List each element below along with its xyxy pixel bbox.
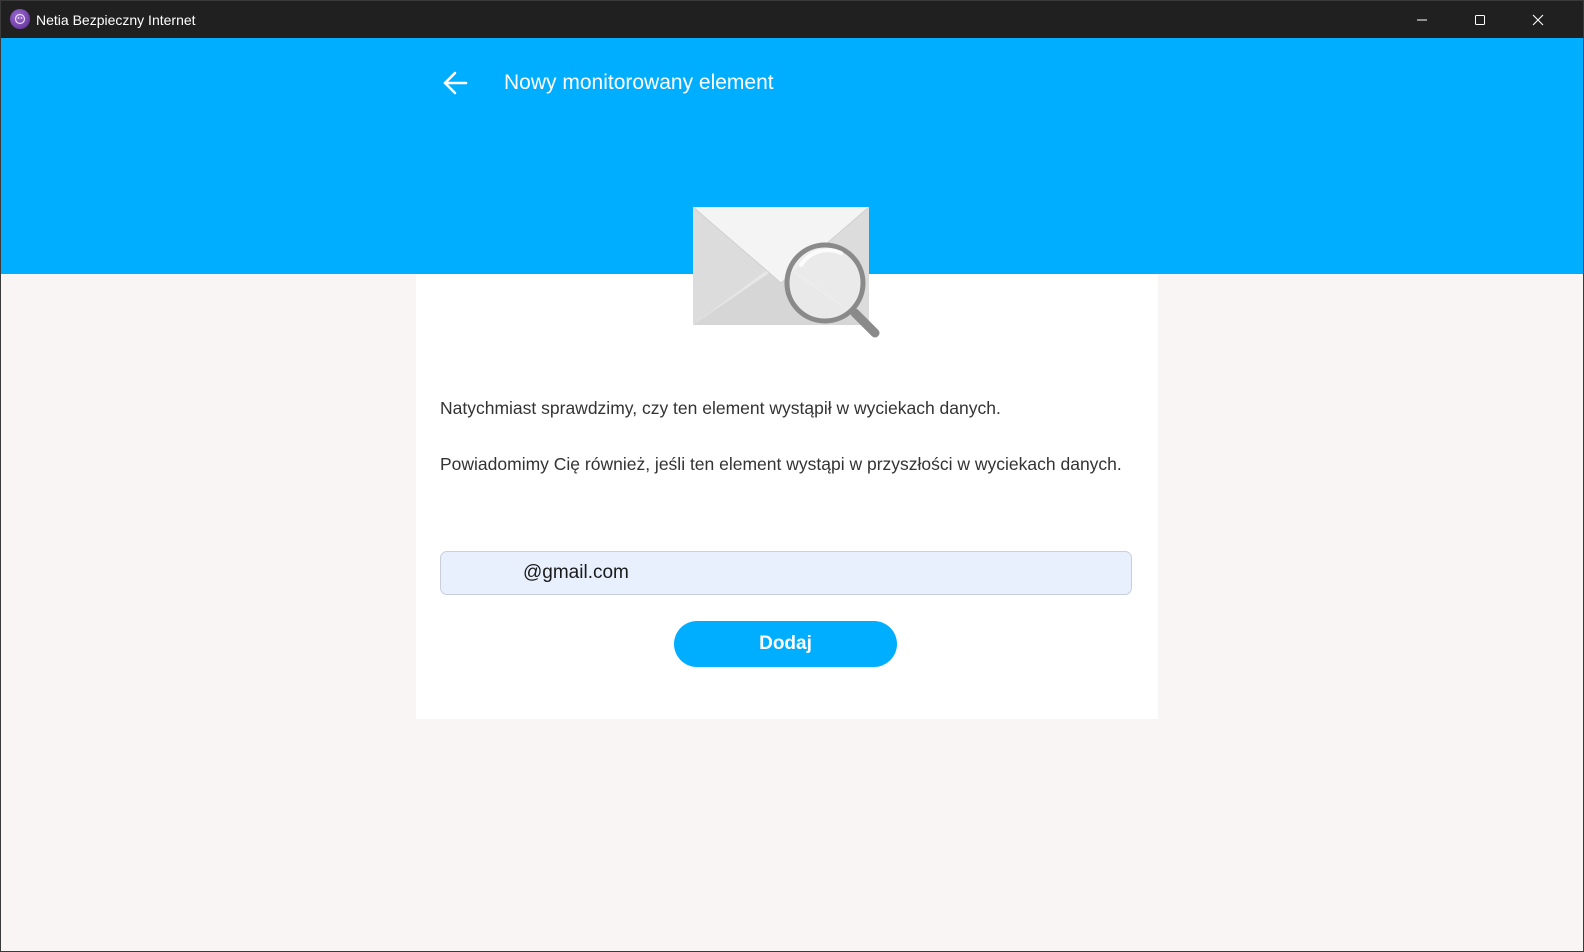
info-paragraph-check: Natychmiast sprawdzimy, czy ten element …: [440, 398, 1001, 418]
maximize-button[interactable]: [1451, 1, 1509, 38]
arrow-left-icon: [443, 71, 468, 95]
close-icon: [1532, 14, 1544, 25]
window-title: Netia Bezpieczny Internet: [36, 12, 196, 28]
maximize-icon: [1475, 14, 1485, 25]
close-button[interactable]: [1509, 1, 1567, 38]
page-title: Nowy monitorowany element: [504, 71, 774, 94]
email-input[interactable]: [440, 551, 1132, 595]
minimize-button[interactable]: [1393, 1, 1451, 38]
title-bar[interactable]: Netia Bezpieczny Internet: [1, 1, 1583, 38]
envelope-magnifier-icon: [692, 206, 880, 338]
back-button[interactable]: [437, 65, 473, 101]
minimize-icon: [1417, 19, 1427, 20]
app-window: Netia Bezpieczny Internet Nowy monitorow…: [0, 0, 1584, 952]
add-button[interactable]: Dodaj: [674, 621, 897, 667]
info-paragraph-notify: Powiadomimy Cię również, jeśli ten eleme…: [440, 454, 1122, 474]
netia-app-icon: [10, 9, 30, 29]
